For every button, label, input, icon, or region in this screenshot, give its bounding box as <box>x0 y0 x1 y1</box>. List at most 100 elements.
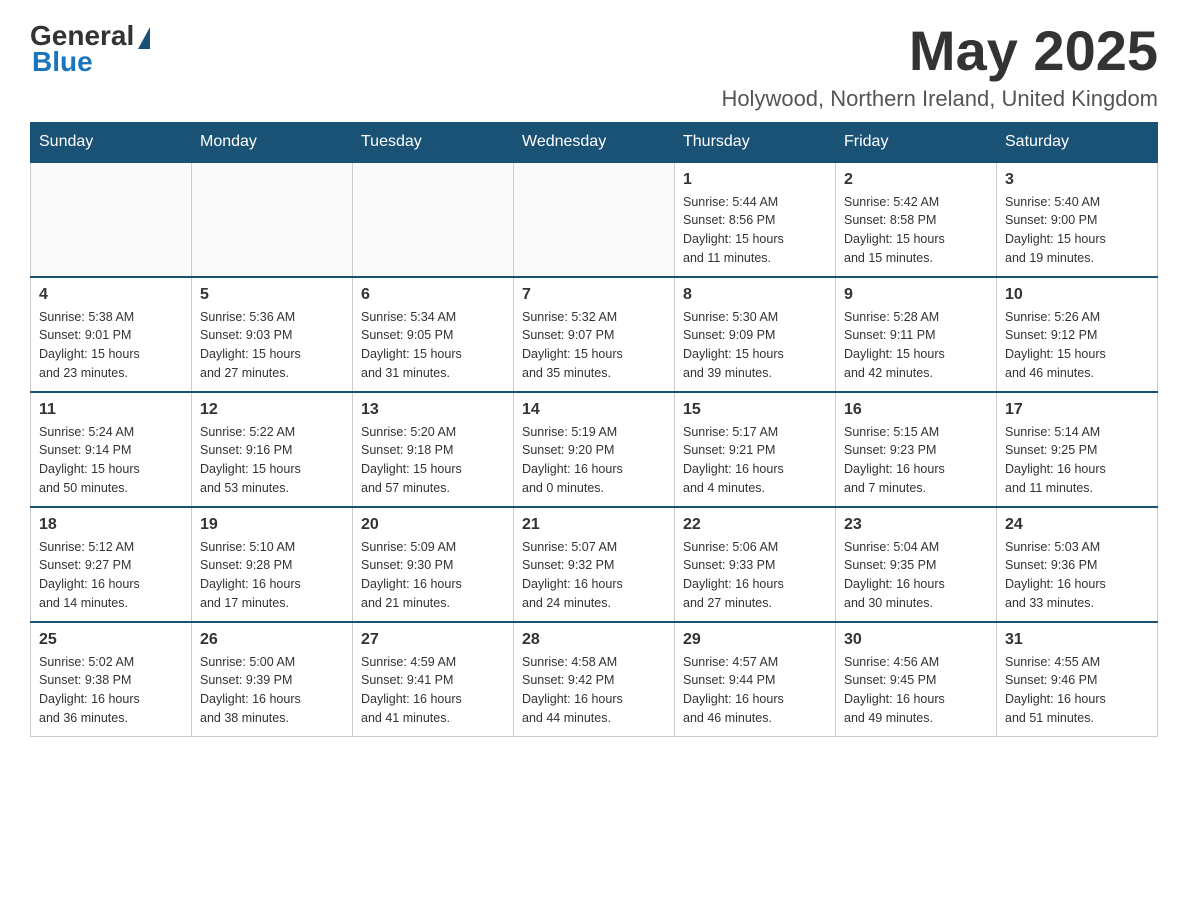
day-number: 18 <box>39 516 183 534</box>
day-number: 19 <box>200 516 344 534</box>
day-info: Sunrise: 5:26 AMSunset: 9:12 PMDaylight:… <box>1005 308 1149 383</box>
day-number: 25 <box>39 631 183 649</box>
calendar-cell: 21Sunrise: 5:07 AMSunset: 9:32 PMDayligh… <box>514 507 675 622</box>
calendar-cell: 26Sunrise: 5:00 AMSunset: 9:39 PMDayligh… <box>192 622 353 737</box>
day-number: 9 <box>844 286 988 304</box>
day-info: Sunrise: 5:04 AMSunset: 9:35 PMDaylight:… <box>844 538 988 613</box>
day-info: Sunrise: 5:34 AMSunset: 9:05 PMDaylight:… <box>361 308 505 383</box>
day-info: Sunrise: 5:36 AMSunset: 9:03 PMDaylight:… <box>200 308 344 383</box>
day-info: Sunrise: 4:56 AMSunset: 9:45 PMDaylight:… <box>844 653 988 728</box>
calendar-cell: 14 Sunrise: 5:19 AMSunset: 9:20 PMDayligh… <box>514 392 675 507</box>
day-info: Sunrise: 5:20 AMSunset: 9:18 PMDaylight:… <box>361 423 505 498</box>
day-number: 23 <box>844 516 988 534</box>
day-info: Sunrise: 5:00 AMSunset: 9:39 PMDaylight:… <box>200 653 344 728</box>
day-number: 6 <box>361 286 505 304</box>
calendar-cell: 2 Sunrise: 5:42 AMSunset: 8:58 PMDaylight… <box>836 162 997 277</box>
calendar-cell: 20 Sunrise: 5:09 AMSunset: 9:30 PMDayligh… <box>353 507 514 622</box>
calendar-header-tuesday: Tuesday <box>353 122 514 162</box>
day-info: Sunrise: 5:32 AMSunset: 9:07 PMDaylight:… <box>522 308 666 383</box>
calendar-header-wednesday: Wednesday <box>514 122 675 162</box>
calendar-cell: 16 Sunrise: 5:15 AMSunset: 9:23 PMDayligh… <box>836 392 997 507</box>
calendar-week-row-2: 4 Sunrise: 5:38 AMSunset: 9:01 PMDaylight… <box>31 277 1158 392</box>
day-number: 11 <box>39 401 183 419</box>
day-info: Sunrise: 5:07 AMSunset: 9:32 PMDaylight:… <box>522 538 666 613</box>
page-header: General Blue May 2025 Holywood, Northern… <box>30 20 1158 112</box>
day-number: 3 <box>1005 171 1149 189</box>
day-number: 1 <box>683 171 827 189</box>
day-number: 17 <box>1005 401 1149 419</box>
day-info: Sunrise: 5:42 AMSunset: 8:58 PMDaylight:… <box>844 193 988 268</box>
calendar-cell: 1 Sunrise: 5:44 AMSunset: 8:56 PMDaylight… <box>675 162 836 277</box>
calendar-week-row-3: 11Sunrise: 5:24 AMSunset: 9:14 PMDayligh… <box>31 392 1158 507</box>
day-number: 28 <box>522 631 666 649</box>
day-number: 31 <box>1005 631 1149 649</box>
calendar-header-monday: Monday <box>192 122 353 162</box>
day-info: Sunrise: 5:06 AMSunset: 9:33 PMDaylight:… <box>683 538 827 613</box>
day-number: 5 <box>200 286 344 304</box>
calendar-cell: 12Sunrise: 5:22 AMSunset: 9:16 PMDayligh… <box>192 392 353 507</box>
day-number: 30 <box>844 631 988 649</box>
day-info: Sunrise: 5:19 AMSunset: 9:20 PMDaylight:… <box>522 423 666 498</box>
day-info: Sunrise: 5:28 AMSunset: 9:11 PMDaylight:… <box>844 308 988 383</box>
day-info: Sunrise: 4:57 AMSunset: 9:44 PMDaylight:… <box>683 653 827 728</box>
day-number: 4 <box>39 286 183 304</box>
calendar-cell: 8Sunrise: 5:30 AMSunset: 9:09 PMDaylight… <box>675 277 836 392</box>
calendar-cell: 22 Sunrise: 5:06 AMSunset: 9:33 PMDayligh… <box>675 507 836 622</box>
day-info: Sunrise: 5:44 AMSunset: 8:56 PMDaylight:… <box>683 193 827 268</box>
day-info: Sunrise: 5:15 AMSunset: 9:23 PMDaylight:… <box>844 423 988 498</box>
calendar-cell <box>353 162 514 277</box>
calendar-cell: 18 Sunrise: 5:12 AMSunset: 9:27 PMDayligh… <box>31 507 192 622</box>
calendar-header-sunday: Sunday <box>31 122 192 162</box>
calendar-cell: 5 Sunrise: 5:36 AMSunset: 9:03 PMDaylight… <box>192 277 353 392</box>
calendar-cell: 30 Sunrise: 4:56 AMSunset: 9:45 PMDayligh… <box>836 622 997 737</box>
calendar-cell: 11Sunrise: 5:24 AMSunset: 9:14 PMDayligh… <box>31 392 192 507</box>
calendar-week-row-5: 25Sunrise: 5:02 AMSunset: 9:38 PMDayligh… <box>31 622 1158 737</box>
calendar-cell: 6 Sunrise: 5:34 AMSunset: 9:05 PMDaylight… <box>353 277 514 392</box>
calendar-header-row: SundayMondayTuesdayWednesdayThursdayFrid… <box>31 122 1158 162</box>
calendar-cell: 29Sunrise: 4:57 AMSunset: 9:44 PMDayligh… <box>675 622 836 737</box>
day-number: 16 <box>844 401 988 419</box>
calendar-header-friday: Friday <box>836 122 997 162</box>
calendar-cell: 19Sunrise: 5:10 AMSunset: 9:28 PMDayligh… <box>192 507 353 622</box>
calendar-week-row-1: 1 Sunrise: 5:44 AMSunset: 8:56 PMDaylight… <box>31 162 1158 277</box>
calendar-cell: 31 Sunrise: 4:55 AMSunset: 9:46 PMDayligh… <box>997 622 1158 737</box>
logo: General Blue <box>30 20 150 78</box>
calendar-cell: 17Sunrise: 5:14 AMSunset: 9:25 PMDayligh… <box>997 392 1158 507</box>
calendar-week-row-4: 18 Sunrise: 5:12 AMSunset: 9:27 PMDayligh… <box>31 507 1158 622</box>
day-info: Sunrise: 5:40 AMSunset: 9:00 PMDaylight:… <box>1005 193 1149 268</box>
calendar-cell: 10 Sunrise: 5:26 AMSunset: 9:12 PMDayligh… <box>997 277 1158 392</box>
day-number: 14 <box>522 401 666 419</box>
calendar-cell: 7 Sunrise: 5:32 AMSunset: 9:07 PMDaylight… <box>514 277 675 392</box>
calendar-cell: 9 Sunrise: 5:28 AMSunset: 9:11 PMDaylight… <box>836 277 997 392</box>
location-subtitle: Holywood, Northern Ireland, United Kingd… <box>721 86 1158 112</box>
day-number: 2 <box>844 171 988 189</box>
calendar-cell: 15 Sunrise: 5:17 AMSunset: 9:21 PMDayligh… <box>675 392 836 507</box>
calendar-cell: 28 Sunrise: 4:58 AMSunset: 9:42 PMDayligh… <box>514 622 675 737</box>
calendar-cell: 3 Sunrise: 5:40 AMSunset: 9:00 PMDaylight… <box>997 162 1158 277</box>
calendar-cell <box>31 162 192 277</box>
calendar-header-saturday: Saturday <box>997 122 1158 162</box>
calendar-cell: 13 Sunrise: 5:20 AMSunset: 9:18 PMDayligh… <box>353 392 514 507</box>
day-number: 13 <box>361 401 505 419</box>
day-number: 15 <box>683 401 827 419</box>
day-info: Sunrise: 5:38 AMSunset: 9:01 PMDaylight:… <box>39 308 183 383</box>
calendar-cell: 23 Sunrise: 5:04 AMSunset: 9:35 PMDayligh… <box>836 507 997 622</box>
day-info: Sunrise: 5:12 AMSunset: 9:27 PMDaylight:… <box>39 538 183 613</box>
day-info: Sunrise: 4:55 AMSunset: 9:46 PMDaylight:… <box>1005 653 1149 728</box>
day-info: Sunrise: 5:03 AMSunset: 9:36 PMDaylight:… <box>1005 538 1149 613</box>
day-number: 8 <box>683 286 827 304</box>
day-info: Sunrise: 5:09 AMSunset: 9:30 PMDaylight:… <box>361 538 505 613</box>
calendar-cell: 27Sunrise: 4:59 AMSunset: 9:41 PMDayligh… <box>353 622 514 737</box>
day-number: 22 <box>683 516 827 534</box>
calendar-table: SundayMondayTuesdayWednesdayThursdayFrid… <box>30 122 1158 737</box>
day-number: 20 <box>361 516 505 534</box>
calendar-cell <box>514 162 675 277</box>
day-number: 7 <box>522 286 666 304</box>
calendar-cell <box>192 162 353 277</box>
day-info: Sunrise: 5:17 AMSunset: 9:21 PMDaylight:… <box>683 423 827 498</box>
day-number: 10 <box>1005 286 1149 304</box>
calendar-header-thursday: Thursday <box>675 122 836 162</box>
day-info: Sunrise: 5:22 AMSunset: 9:16 PMDaylight:… <box>200 423 344 498</box>
day-info: Sunrise: 4:58 AMSunset: 9:42 PMDaylight:… <box>522 653 666 728</box>
day-number: 27 <box>361 631 505 649</box>
